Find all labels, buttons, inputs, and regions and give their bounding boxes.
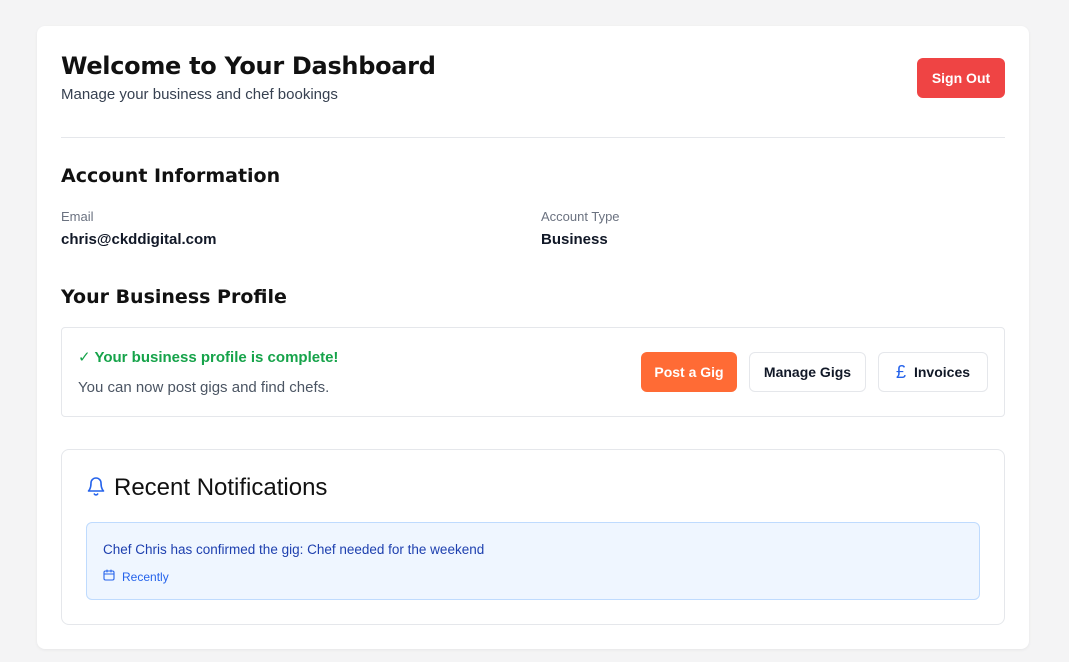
sign-out-button[interactable]: Sign Out xyxy=(917,58,1005,98)
dashboard-card: Welcome to Your Dashboard Manage your bu… xyxy=(37,26,1029,649)
profile-status-text: ✓ Your business profile is complete! xyxy=(78,349,339,366)
notification-time: Recently xyxy=(103,569,169,584)
account-type-value: Business xyxy=(541,231,608,248)
page-subtitle: Manage your business and chef bookings xyxy=(61,86,338,103)
business-profile-panel: ✓ Your business profile is complete! You… xyxy=(61,327,1005,417)
manage-gigs-label: Manage Gigs xyxy=(763,364,852,380)
account-type-label: Account Type xyxy=(541,209,620,224)
email-value: chris@ckddigital.com xyxy=(61,231,217,248)
post-gig-button[interactable]: Post a Gig xyxy=(641,352,737,392)
notification-message: Chef Chris has confirmed the gig: Chef n… xyxy=(103,542,485,557)
business-profile-heading: Your Business Profile xyxy=(61,286,287,308)
profile-description: You can now post gigs and find chefs. xyxy=(78,379,330,396)
account-information-heading: Account Information xyxy=(61,165,281,187)
bell-icon xyxy=(86,475,106,502)
notification-time-label: Recently xyxy=(122,569,169,584)
invoices-button[interactable]: £ Invoices xyxy=(878,352,988,392)
notifications-title: Recent Notifications xyxy=(114,474,328,501)
page-title: Welcome to Your Dashboard xyxy=(61,52,436,80)
manage-gigs-button[interactable]: Manage Gigs xyxy=(749,352,866,392)
invoices-label: Invoices xyxy=(913,364,971,380)
notifications-header: Recent Notifications xyxy=(86,474,327,502)
notification-item[interactable]: Chef Chris has confirmed the gig: Chef n… xyxy=(86,522,980,600)
pound-icon: £ xyxy=(895,361,906,382)
notifications-card: Recent Notifications Chef Chris has conf… xyxy=(61,449,1005,625)
calendar-icon xyxy=(103,569,115,584)
post-gig-label: Post a Gig xyxy=(654,364,724,380)
email-label: Email xyxy=(61,209,94,224)
dashboard-header: Welcome to Your Dashboard Manage your bu… xyxy=(61,50,1005,138)
